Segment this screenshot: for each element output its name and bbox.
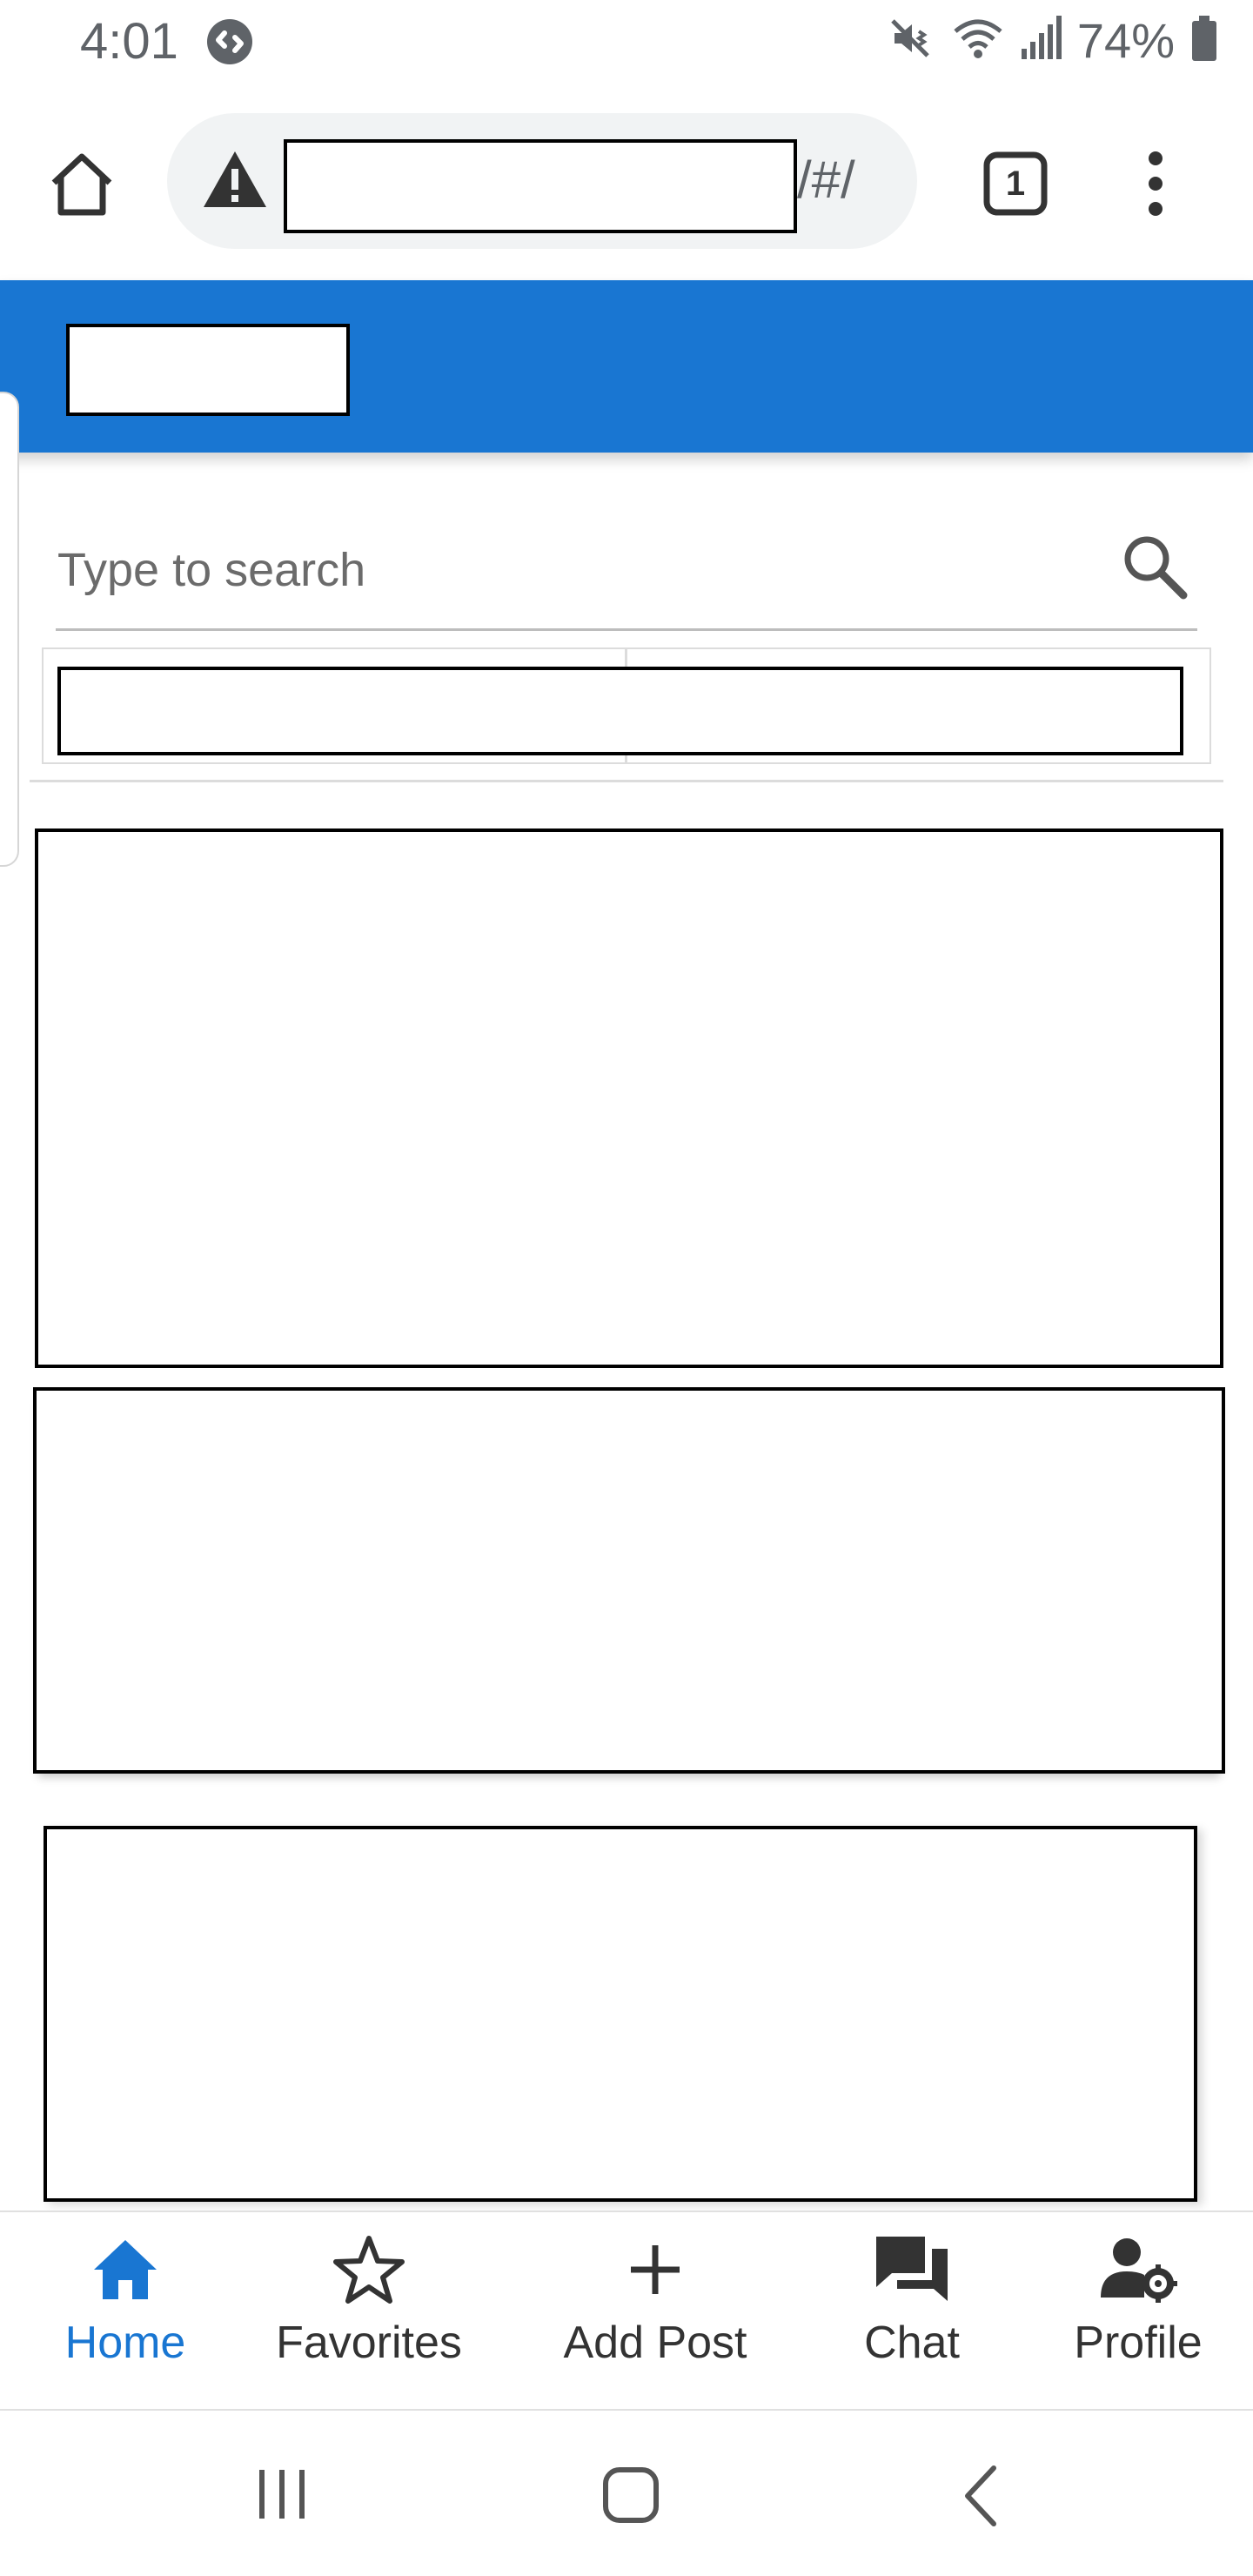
list-separator: [30, 780, 1223, 782]
battery-percent: 74%: [1076, 13, 1175, 68]
nav-label-favorites: Favorites: [276, 2318, 462, 2368]
search-icon[interactable]: [1119, 531, 1190, 607]
app-title-redacted: [66, 324, 350, 416]
post-card[interactable]: [33, 1387, 1225, 1774]
nav-profile[interactable]: Profile: [1013, 2228, 1253, 2402]
tab-count: 1: [1005, 164, 1026, 203]
plus-icon: [624, 2228, 687, 2311]
star-outline-icon: [332, 2228, 405, 2311]
wifi-icon: [952, 14, 1004, 67]
signal-icon: [1020, 14, 1062, 67]
url-suffix: /#/: [797, 151, 855, 209]
home-icon: [90, 2228, 160, 2311]
tabs-icon[interactable]: 1: [982, 150, 1049, 222]
battery-icon: [1190, 14, 1218, 67]
nav-home[interactable]: Home: [0, 2228, 251, 2402]
shazam-icon: [205, 17, 254, 70]
nav-label-chat: Chat: [864, 2318, 960, 2368]
manage-account-icon: [1099, 2228, 1177, 2311]
search-input[interactable]: [56, 527, 1086, 613]
nav-label-add-post: Add Post: [563, 2318, 747, 2368]
status-icons: 74%: [888, 12, 1218, 69]
nav-label-profile: Profile: [1074, 2318, 1203, 2368]
nav-add-post[interactable]: Add Post: [530, 2228, 781, 2402]
nav-favorites[interactable]: Favorites: [244, 2228, 494, 2402]
filter-tabs-redacted: [57, 667, 1183, 755]
mute-vibrate-icon: [888, 14, 936, 67]
nav-label-home: Home: [64, 2318, 186, 2368]
more-vert-icon[interactable]: [1140, 150, 1171, 222]
drawer-handle[interactable]: [0, 392, 19, 867]
nav-chat[interactable]: Chat: [787, 2228, 1037, 2402]
post-card[interactable]: [35, 828, 1223, 1368]
browser-home-icon[interactable]: [45, 148, 118, 225]
status-time: 4:01: [80, 13, 178, 70]
url-redacted: [284, 139, 797, 233]
home-button-icon[interactable]: [600, 2465, 661, 2530]
search-underline: [56, 628, 1197, 631]
warning-icon[interactable]: [200, 148, 270, 215]
chat-icon: [873, 2228, 951, 2311]
back-icon[interactable]: [959, 2463, 1001, 2533]
post-card[interactable]: [44, 1826, 1197, 2202]
recents-icon[interactable]: [254, 2466, 310, 2526]
